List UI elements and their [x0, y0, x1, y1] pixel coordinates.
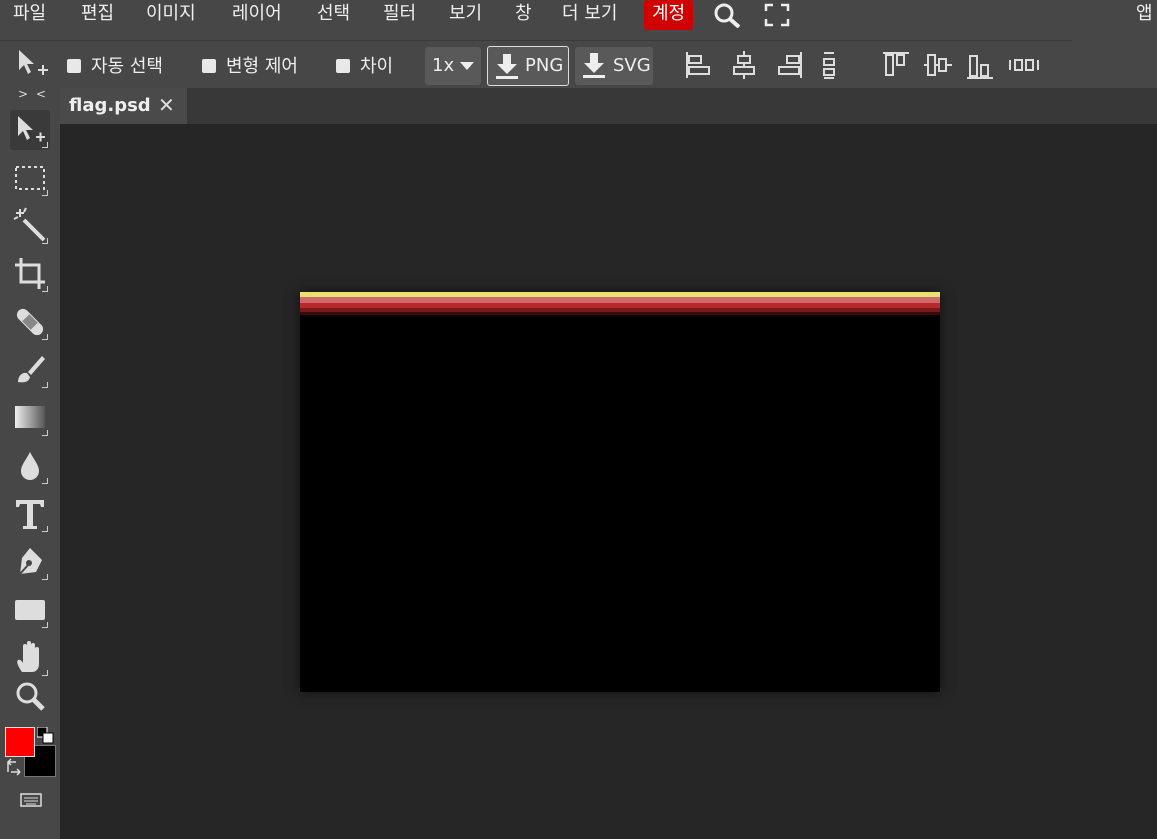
- tool-healing[interactable]: [10, 302, 50, 342]
- document-tab-bar: [60, 88, 1157, 124]
- distance-checkbox[interactable]: [336, 59, 350, 73]
- align-center-icon[interactable]: [730, 50, 758, 80]
- download-icon: [496, 54, 518, 79]
- align-right-icon[interactable]: [776, 50, 804, 80]
- tool-gradient[interactable]: [10, 398, 50, 438]
- align-left-icon[interactable]: [684, 50, 712, 80]
- tool-magic-wand[interactable]: [10, 206, 50, 246]
- align-middle-icon[interactable]: [924, 50, 952, 80]
- search-icon[interactable]: [712, 2, 742, 28]
- png-label: PNG: [525, 55, 564, 76]
- download-icon: [583, 53, 605, 78]
- transform-controls-checkbox[interactable]: [202, 59, 216, 73]
- align-top-icon[interactable]: [882, 50, 910, 80]
- zoom-value: 1x: [432, 55, 455, 76]
- menu-file[interactable]: 파일: [13, 0, 46, 30]
- export-svg-button[interactable]: SVG: [575, 47, 653, 85]
- keyboard-icon[interactable]: [20, 793, 42, 807]
- menu-view[interactable]: 보기: [449, 0, 482, 30]
- distribute-vertical-icon[interactable]: [816, 50, 844, 80]
- menu-image[interactable]: 이미지: [146, 0, 196, 30]
- tool-blur[interactable]: [10, 446, 50, 486]
- menu-more[interactable]: 더 보기: [562, 0, 617, 30]
- chevron-down-icon: [460, 62, 474, 70]
- tool-brush[interactable]: [10, 350, 50, 390]
- tool-zoom[interactable]: [10, 676, 50, 716]
- tool-text[interactable]: [10, 494, 50, 534]
- tool-hand[interactable]: [10, 638, 50, 678]
- noise-stripe: [300, 292, 940, 315]
- tool-move[interactable]: [10, 110, 50, 150]
- menu-edit[interactable]: 편집: [81, 0, 114, 30]
- align-bottom-icon[interactable]: [966, 50, 994, 80]
- fullscreen-icon[interactable]: [762, 2, 792, 28]
- swap-colors-icon[interactable]: [5, 758, 23, 776]
- auto-select-label: 자동 선택: [91, 56, 163, 77]
- tool-shape[interactable]: [10, 590, 50, 630]
- zoom-icon: [16, 682, 45, 711]
- collapse-toolbox-button[interactable]: > <: [18, 88, 48, 100]
- export-png-button[interactable]: PNG: [487, 46, 569, 86]
- svg-label: SVG: [613, 55, 651, 76]
- foreground-color-swatch[interactable]: [5, 727, 35, 757]
- menu-account[interactable]: 계정: [644, 0, 694, 30]
- close-tab-icon[interactable]: ✕: [158, 93, 175, 117]
- document-canvas[interactable]: [300, 292, 940, 692]
- menu-layer[interactable]: 레이어: [232, 0, 282, 30]
- default-colors-icon[interactable]: [37, 727, 55, 745]
- move-icon: [16, 48, 50, 86]
- tool-pen[interactable]: [10, 542, 50, 582]
- distance-label: 차이: [360, 56, 394, 77]
- menu-select[interactable]: 선택: [317, 0, 350, 30]
- distribute-horizontal-icon[interactable]: [1008, 50, 1040, 80]
- menu-apps[interactable]: 앱: [1136, 0, 1153, 30]
- transform-controls-label: 변형 제어: [226, 56, 298, 77]
- tool-marquee[interactable]: [10, 158, 50, 198]
- options-divider: [0, 40, 1072, 41]
- menu-window[interactable]: 창: [515, 0, 532, 30]
- menu-filter[interactable]: 필터: [383, 0, 416, 30]
- tool-crop[interactable]: [10, 254, 50, 294]
- auto-select-checkbox[interactable]: [67, 59, 81, 73]
- document-tab-title[interactable]: flag.psd: [69, 95, 151, 116]
- zoom-select[interactable]: 1x: [425, 47, 481, 85]
